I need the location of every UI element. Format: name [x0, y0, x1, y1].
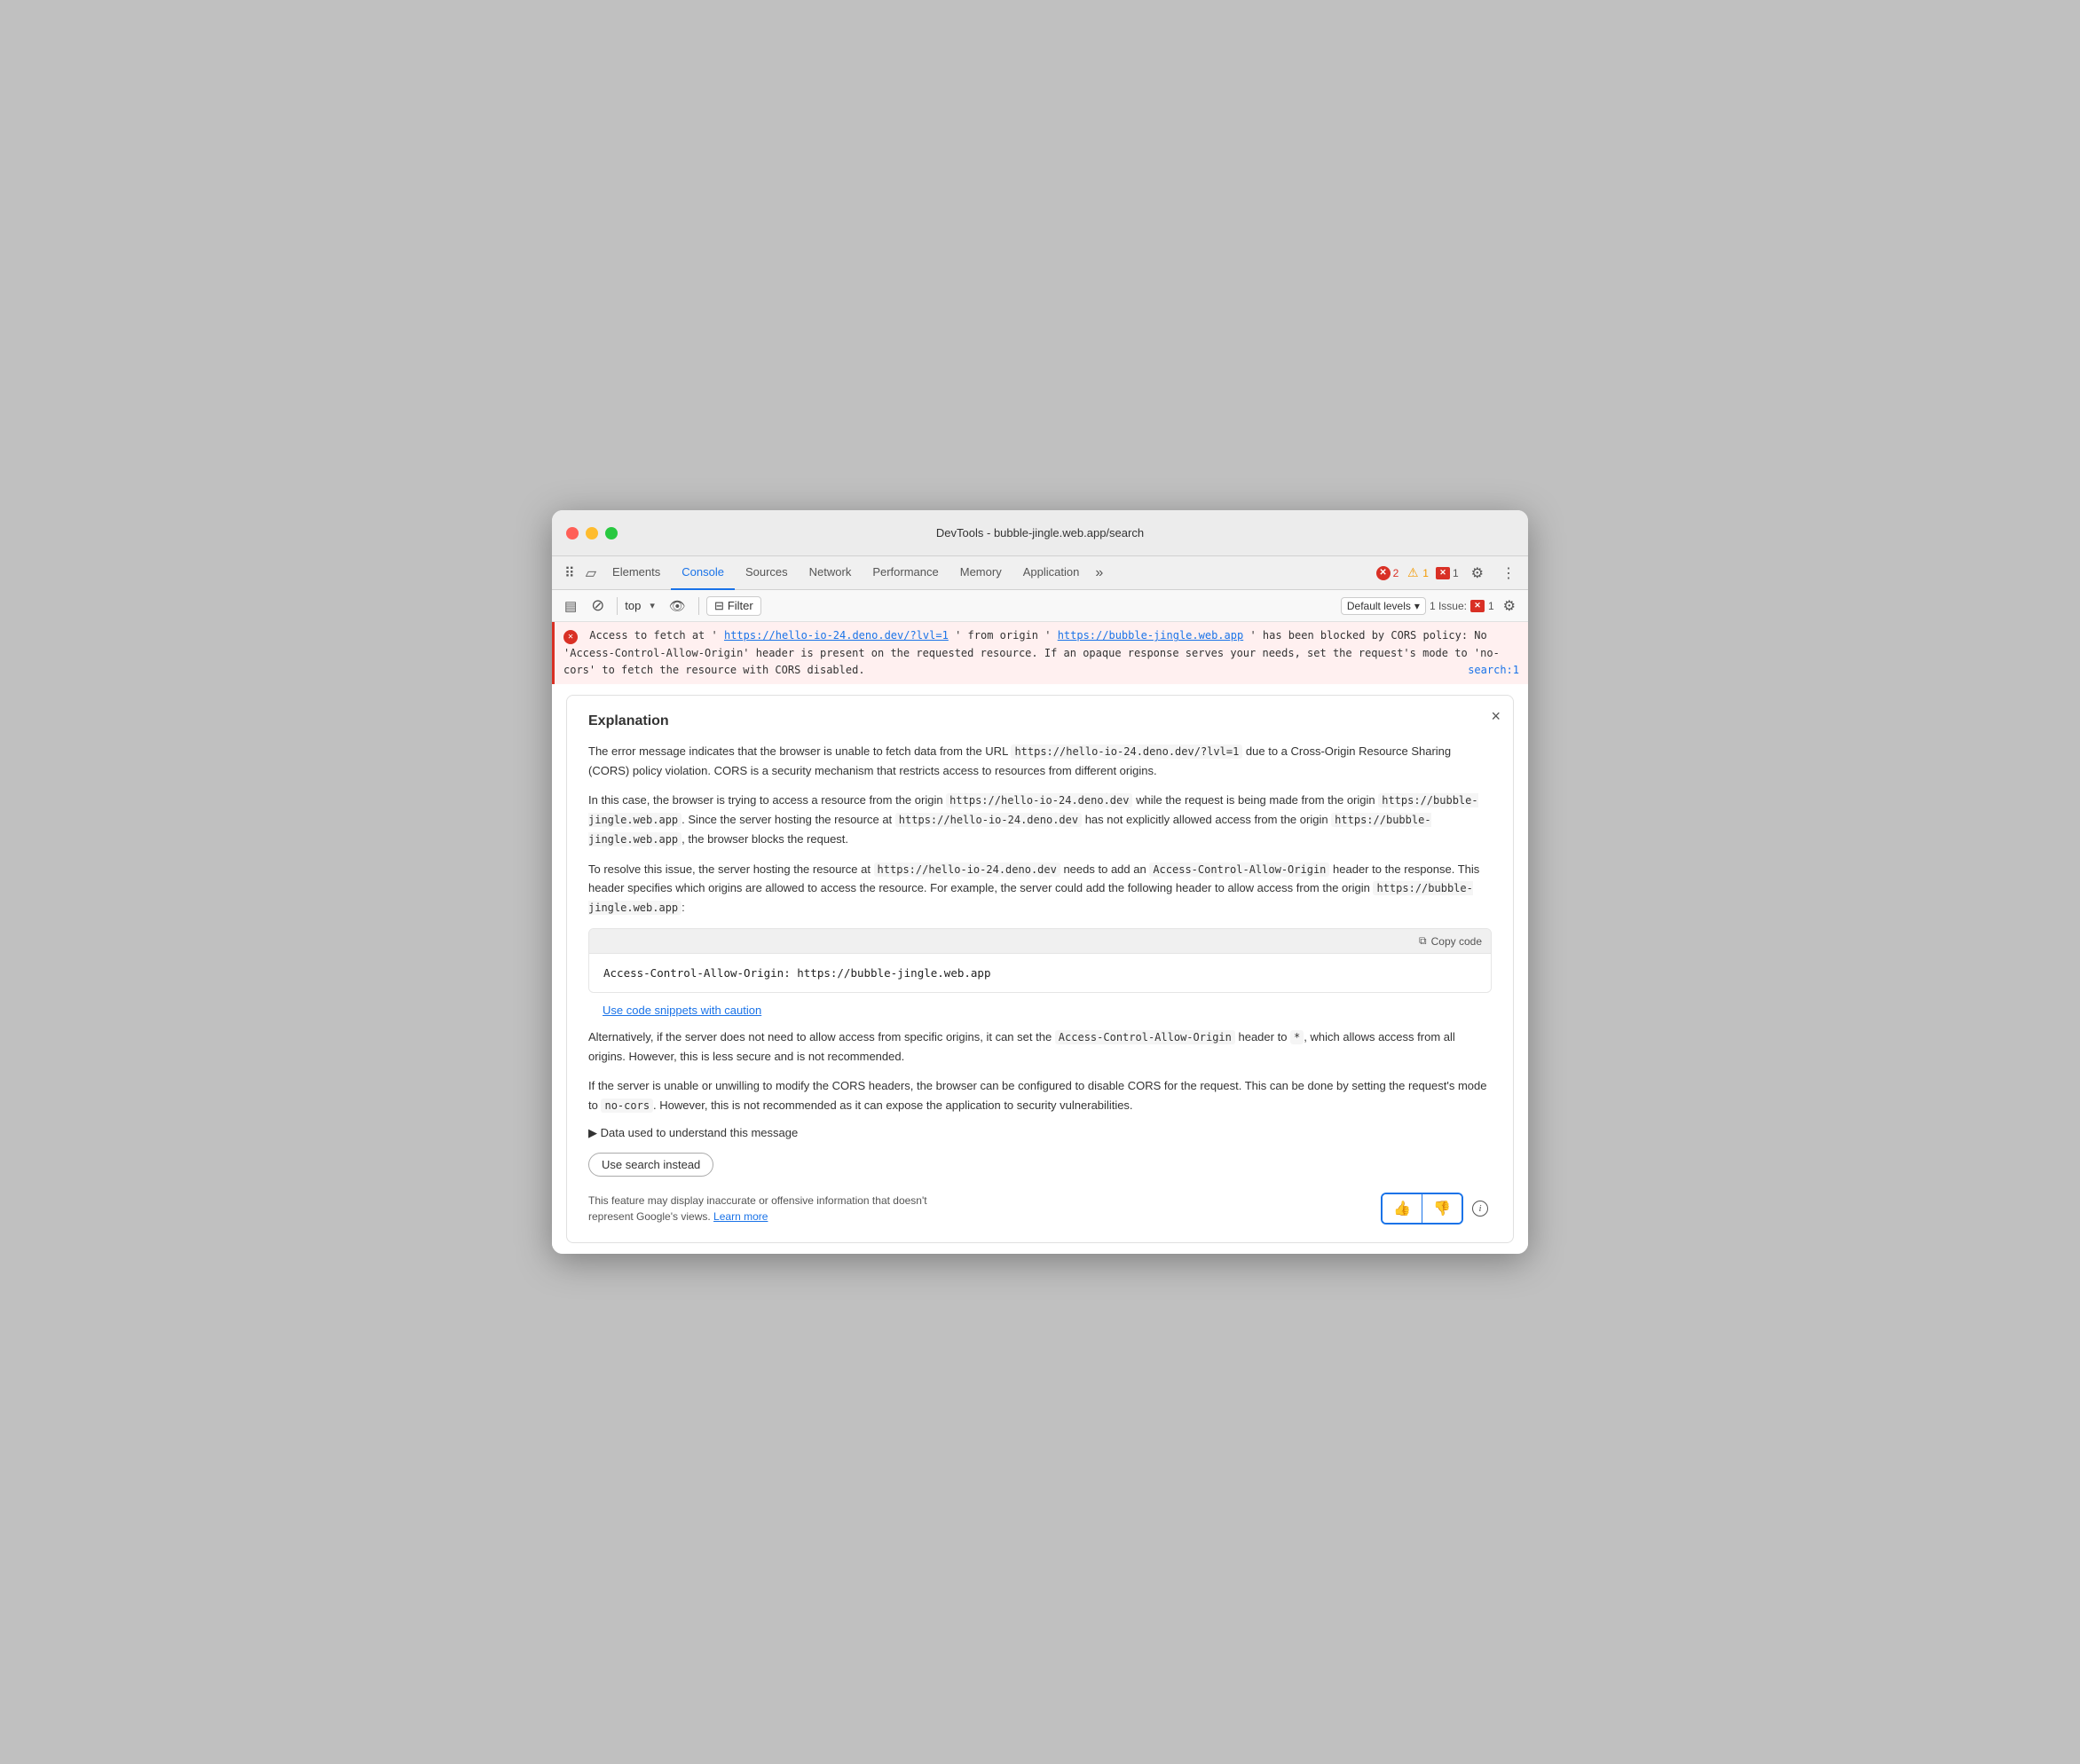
info-button[interactable]: i [1469, 1196, 1492, 1220]
titlebar: DevTools - bubble-jingle.web.app/search [552, 510, 1528, 556]
inspect-icon[interactable]: ⠿ [559, 561, 580, 586]
thumbs-up-button[interactable]: 👍 [1383, 1194, 1422, 1223]
feedback-row: This feature may display inaccurate or o… [588, 1193, 1492, 1225]
tab-performance[interactable]: Performance [862, 556, 949, 590]
tab-console[interactable]: Console [671, 556, 735, 590]
more-tabs-icon[interactable]: » [1090, 562, 1108, 585]
thumbs-group: 👍 👎 [1381, 1193, 1463, 1225]
filter-icon: ⊟ [714, 599, 724, 613]
learn-more-link[interactable]: Learn more [713, 1210, 768, 1223]
console-toolbar: ▤ ⊘ top ▾ 👁 ⊟ Filter Default levels ▾ 1 … [552, 590, 1528, 622]
explanation-para-1: The error message indicates that the bro… [588, 742, 1492, 780]
data-section-toggle[interactable]: ▶ Data used to understand this message [588, 1126, 1492, 1140]
clear-console-icon[interactable]: ⊘ [586, 594, 610, 618]
use-search-button[interactable]: Use search instead [588, 1153, 713, 1177]
tab-elements[interactable]: Elements [602, 556, 671, 590]
code-block-header: ⧉ Copy code [589, 929, 1491, 954]
window-controls [566, 527, 618, 539]
explanation-para-2: In this case, the browser is trying to a… [588, 791, 1492, 848]
warning-icon: ⚠ [1406, 566, 1420, 580]
context-label: top [625, 599, 641, 612]
eye-icon[interactable]: 👁 [664, 595, 691, 617]
separator [617, 597, 618, 615]
close-button[interactable] [566, 527, 579, 539]
context-dropdown-icon[interactable]: ▾ [644, 597, 660, 614]
info-badge: ✕ 1 [1436, 567, 1459, 579]
levels-dropdown[interactable]: Default levels ▾ [1341, 597, 1426, 615]
copy-code-button[interactable]: ⧉ Copy code [1419, 934, 1482, 948]
error-url1[interactable]: https://hello-io-24.deno.dev/?lvl=1 [724, 629, 949, 642]
console-output: ✕ Access to fetch at ' https://hello-io-… [552, 622, 1528, 1253]
filter-input[interactable]: ⊟ Filter [706, 596, 761, 616]
code-block: Access-Control-Allow-Origin: https://bub… [589, 954, 1491, 992]
issue-badge: ✕ [1470, 600, 1485, 612]
explanation-para-alt1: Alternatively, if the server does not ne… [588, 1028, 1492, 1066]
devtools-window: DevTools - bubble-jingle.web.app/search … [552, 510, 1528, 1253]
explanation-panel: Explanation × The error message indicate… [566, 695, 1514, 1242]
devtools-tabbar: ⠿ ▱ Elements Console Sources Network Per… [552, 556, 1528, 590]
code-block-container: ⧉ Copy code Access-Control-Allow-Origin:… [588, 928, 1492, 993]
info-icon: ✕ [1436, 567, 1450, 579]
source-link[interactable]: search:1 [1468, 662, 1519, 679]
caution-link[interactable]: Use code snippets with caution [588, 1004, 1492, 1028]
levels-arrow-icon: ▾ [1414, 600, 1420, 612]
device-toolbar-icon[interactable]: ▱ [580, 561, 602, 586]
issue-count: 1 Issue: ✕ 1 [1430, 600, 1494, 612]
more-options-icon[interactable]: ⋮ [1496, 561, 1521, 586]
error-line-icon: ✕ [563, 630, 578, 644]
explanation-para-3: To resolve this issue, the server hostin… [588, 860, 1492, 917]
minimize-button[interactable] [586, 527, 598, 539]
maximize-button[interactable] [605, 527, 618, 539]
sidebar-toggle-icon[interactable]: ▤ [559, 595, 582, 617]
tab-application[interactable]: Application [1012, 556, 1091, 590]
copy-icon: ⧉ [1419, 934, 1427, 948]
error-entry: ✕ Access to fetch at ' https://hello-io-… [552, 622, 1528, 684]
close-explanation-button[interactable]: × [1491, 708, 1501, 724]
settings-icon[interactable]: ⚙ [1466, 561, 1489, 586]
feedback-buttons: 👍 👎 i [1381, 1193, 1492, 1225]
separator2 [698, 597, 699, 615]
tab-memory[interactable]: Memory [949, 556, 1012, 590]
thumbs-down-button[interactable]: 👎 [1422, 1194, 1462, 1223]
error-badge: ✕ 2 [1376, 566, 1399, 580]
warning-badge: ⚠ 1 [1406, 566, 1429, 580]
error-icon: ✕ [1376, 566, 1391, 580]
explanation-title: Explanation [588, 713, 1492, 729]
disclaimer-text: This feature may display inaccurate or o… [588, 1193, 961, 1225]
window-title: DevTools - bubble-jingle.web.app/search [936, 526, 1144, 539]
tab-sources[interactable]: Sources [735, 556, 799, 590]
error-url2[interactable]: https://bubble-jingle.web.app [1058, 629, 1244, 642]
console-settings-icon[interactable]: ⚙ [1498, 594, 1521, 618]
circle-info-icon: i [1472, 1201, 1488, 1217]
tab-network[interactable]: Network [799, 556, 863, 590]
explanation-para-alt2: If the server is unable or unwilling to … [588, 1076, 1492, 1114]
status-area: ✕ 2 ⚠ 1 ✕ 1 ⚙ ⋮ [1376, 561, 1521, 586]
